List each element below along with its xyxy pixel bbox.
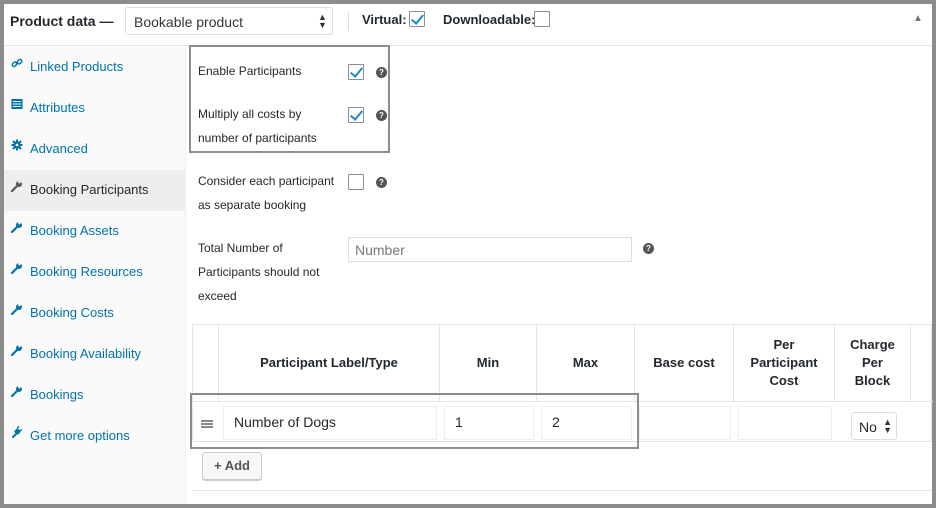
total-participants-label: Total Number of [198, 241, 283, 255]
enable-participants-checkbox[interactable] [348, 64, 364, 80]
tab-label: Booking Participants [30, 182, 149, 197]
tab-label: Linked Products [30, 59, 124, 74]
tab-booking-resources[interactable]: Booking Resources [4, 252, 186, 293]
total-participants-placeholder: Number [355, 242, 405, 258]
downloadable-label: Downloadable: [443, 12, 536, 27]
plug-icon [10, 425, 24, 440]
product-data-tabs: Linked Products Attributes Advanced Book… [4, 47, 186, 504]
per-participant-cost-input[interactable] [738, 406, 832, 440]
tab-get-more-options[interactable]: Get more options [4, 416, 186, 457]
separate-booking-label: as separate booking [198, 198, 307, 212]
separate-booking-label: Consider each participant [198, 174, 335, 188]
select-arrows-icon: ▲ ▼ [883, 417, 892, 435]
header-divider [348, 12, 349, 30]
help-icon[interactable]: ? [376, 110, 387, 121]
virtual-label: Virtual: [362, 12, 407, 27]
highlight-box [190, 393, 639, 449]
virtual-checkbox[interactable] [409, 11, 425, 27]
downloadable-checkbox[interactable] [534, 11, 550, 27]
tab-advanced[interactable]: Advanced [4, 129, 186, 170]
tab-label: Booking Resources [30, 264, 143, 279]
product-data-title: Product data — [10, 13, 114, 29]
tab-label: Attributes [30, 100, 85, 115]
tab-booking-costs[interactable]: Booking Costs [4, 293, 186, 334]
product-data-header: Product data — Bookable product ▲ ▼ Virtu… [4, 4, 932, 46]
wrench-icon [10, 302, 24, 317]
tab-booking-availability[interactable]: Booking Availability [4, 334, 186, 375]
enable-participants-label: Enable Participants [198, 64, 302, 78]
add-participant-button[interactable]: + Add [202, 452, 262, 480]
separate-booking-checkbox[interactable] [348, 174, 364, 190]
wrench-icon [10, 384, 24, 399]
table-header-per-participant-cost: Per Participant Cost [734, 325, 835, 401]
wrench-icon [10, 343, 24, 358]
base-cost-input[interactable] [639, 406, 731, 440]
table-header-base-cost: Base cost [635, 325, 734, 401]
help-icon[interactable]: ? [376, 177, 387, 188]
wrench-icon [10, 220, 24, 235]
charge-per-block-value: No [859, 419, 877, 435]
tab-booking-assets[interactable]: Booking Assets [4, 211, 186, 252]
tab-label: Booking Availability [30, 346, 142, 361]
total-participants-label: exceed [198, 289, 237, 303]
tab-booking-participants[interactable]: Booking Participants [4, 170, 186, 211]
triangle-up-icon[interactable]: ▲ [913, 13, 923, 24]
help-icon[interactable]: ? [643, 243, 654, 254]
booking-participants-panel: Enable Participants ? Multiply all costs… [187, 45, 933, 504]
select-arrows-icon: ▲ ▼ [318, 12, 327, 30]
multiply-costs-label: Multiply all costs by [198, 107, 302, 121]
total-participants-input[interactable]: Number [348, 237, 632, 262]
tab-attributes[interactable]: Attributes [4, 88, 186, 129]
multiply-costs-checkbox[interactable] [348, 107, 364, 123]
wrench-icon [10, 261, 24, 276]
tab-label: Advanced [30, 141, 88, 156]
tab-label: Booking Assets [30, 223, 119, 238]
list-icon [10, 98, 24, 112]
tab-bookings[interactable]: Bookings [4, 375, 186, 416]
product-type-value: Bookable product [134, 14, 243, 30]
tab-label: Get more options [30, 428, 130, 443]
tab-linked-products[interactable]: Linked Products [4, 47, 186, 88]
gear-icon [10, 139, 24, 153]
table-header-min: Min [440, 325, 537, 401]
panel-bottom-divider [192, 490, 932, 491]
charge-per-block-select[interactable]: No ▲ ▼ [851, 412, 897, 440]
help-icon[interactable]: ? [376, 67, 387, 78]
wrench-icon [10, 179, 24, 194]
table-header-charge-per-block: Charge Per Block [835, 325, 911, 401]
total-participants-label: Participants should not [198, 265, 320, 279]
table-header-handle [193, 325, 219, 401]
tab-label: Bookings [30, 387, 84, 402]
table-header-max: Max [537, 325, 635, 401]
table-header-label: Participant Label/Type [219, 325, 440, 401]
multiply-costs-label: number of participants [198, 131, 317, 145]
link-icon [10, 57, 24, 71]
product-type-select[interactable]: Bookable product ▲ ▼ [125, 7, 333, 35]
tab-label: Booking Costs [30, 305, 114, 320]
